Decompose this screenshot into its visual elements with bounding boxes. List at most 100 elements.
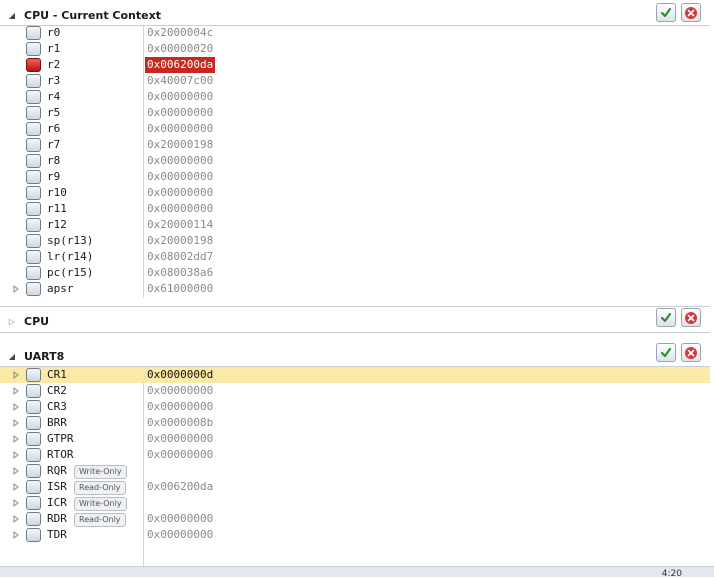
register-value[interactable]: 0x0000008b <box>147 415 213 431</box>
register-row[interactable]: RQR Write-Only <box>0 463 710 479</box>
register-value[interactable]: 0x080038a6 <box>147 265 213 281</box>
register-checkbox[interactable] <box>26 368 41 382</box>
register-checkbox[interactable] <box>26 282 41 296</box>
register-row[interactable]: r12 0x20000114 <box>0 217 710 233</box>
register-value[interactable]: 0x00000000 <box>147 169 213 185</box>
register-row[interactable]: r7 0x20000198 <box>0 137 710 153</box>
register-value[interactable]: 0x006200da <box>145 57 216 73</box>
triangle-collapsed-icon[interactable] <box>12 403 20 411</box>
register-value[interactable]: 0x2000004c <box>147 25 213 41</box>
register-row[interactable]: r2 0x006200da <box>0 57 710 73</box>
register-row[interactable]: ICR Write-Only <box>0 495 710 511</box>
register-row[interactable]: r9 0x00000000 <box>0 169 710 185</box>
register-checkbox[interactable] <box>26 90 41 104</box>
register-row[interactable]: r0 0x2000004c <box>0 25 710 41</box>
register-value[interactable]: 0x00000000 <box>147 399 213 415</box>
register-row[interactable]: r8 0x00000000 <box>0 153 710 169</box>
register-checkbox[interactable] <box>26 528 41 542</box>
register-checkbox[interactable] <box>26 58 41 72</box>
register-row[interactable]: RTOR 0x00000000 <box>0 447 710 463</box>
section-header-current-context[interactable]: ◢ CPU - Current Context <box>0 5 710 25</box>
register-row[interactable]: apsr 0x61000000 <box>0 281 710 297</box>
register-checkbox[interactable] <box>26 496 41 510</box>
register-checkbox[interactable] <box>26 154 41 168</box>
register-row[interactable]: lr(r14) 0x08002dd7 <box>0 249 710 265</box>
register-value[interactable]: 0x00000000 <box>147 383 213 399</box>
triangle-collapsed-icon[interactable] <box>12 531 20 539</box>
triangle-collapsed-icon[interactable] <box>12 483 20 491</box>
register-checkbox[interactable] <box>26 74 41 88</box>
register-row[interactable]: sp(r13) 0x20000198 <box>0 233 710 249</box>
register-checkbox[interactable] <box>26 250 41 264</box>
register-checkbox[interactable] <box>26 202 41 216</box>
register-checkbox[interactable] <box>26 234 41 248</box>
register-row[interactable]: r4 0x00000000 <box>0 89 710 105</box>
section-header-cpu[interactable]: ▷ CPU <box>0 311 710 331</box>
triangle-collapsed-icon[interactable]: ▷ <box>0 317 24 326</box>
register-value[interactable]: 0x20000114 <box>147 217 213 233</box>
close-button[interactable] <box>681 3 701 22</box>
pin-button[interactable] <box>656 308 676 327</box>
register-row[interactable]: pc(r15) 0x080038a6 <box>0 265 710 281</box>
register-checkbox[interactable] <box>26 432 41 446</box>
register-checkbox[interactable] <box>26 186 41 200</box>
register-row[interactable]: ISR Read-Only 0x006200da <box>0 479 710 495</box>
register-value[interactable]: 0x20000198 <box>147 137 213 153</box>
register-value[interactable]: 0x00000000 <box>147 153 213 169</box>
register-value[interactable]: 0x40007c00 <box>147 73 213 89</box>
pin-button[interactable] <box>656 3 676 22</box>
register-checkbox[interactable] <box>26 416 41 430</box>
register-checkbox[interactable] <box>26 42 41 56</box>
triangle-collapsed-icon[interactable] <box>12 451 20 459</box>
triangle-collapsed-icon[interactable] <box>12 515 20 523</box>
pin-button[interactable] <box>656 343 676 362</box>
triangle-collapsed-icon[interactable] <box>12 467 20 475</box>
triangle-expanded-icon[interactable]: ◢ <box>0 11 24 20</box>
register-value[interactable]: 0x00000000 <box>147 105 213 121</box>
register-row[interactable]: r1 0x00000020 <box>0 41 710 57</box>
close-button[interactable] <box>681 308 701 327</box>
register-row[interactable]: r10 0x00000000 <box>0 185 710 201</box>
register-row[interactable]: GTPR 0x00000000 <box>0 431 710 447</box>
register-value[interactable]: 0x61000000 <box>147 281 213 297</box>
register-row[interactable]: CR2 0x00000000 <box>0 383 710 399</box>
register-value[interactable]: 0x0000000d <box>147 367 213 383</box>
register-value[interactable]: 0x20000198 <box>147 233 213 249</box>
register-row[interactable]: r6 0x00000000 <box>0 121 710 137</box>
register-checkbox[interactable] <box>26 106 41 120</box>
register-checkbox[interactable] <box>26 480 41 494</box>
register-checkbox[interactable] <box>26 170 41 184</box>
register-row[interactable]: CR3 0x00000000 <box>0 399 710 415</box>
triangle-collapsed-icon[interactable] <box>12 419 20 427</box>
register-row[interactable]: r3 0x40007c00 <box>0 73 710 89</box>
register-row[interactable]: RDR Read-Only 0x00000000 <box>0 511 710 527</box>
register-value[interactable]: 0x00000020 <box>147 41 213 57</box>
register-checkbox[interactable] <box>26 138 41 152</box>
register-checkbox[interactable] <box>26 26 41 40</box>
register-value[interactable]: 0x00000000 <box>147 527 213 543</box>
register-row[interactable]: TDR 0x00000000 <box>0 527 710 543</box>
triangle-collapsed-icon[interactable] <box>12 499 20 507</box>
register-value[interactable]: 0x00000000 <box>147 511 213 527</box>
register-value[interactable]: 0x08002dd7 <box>147 249 213 265</box>
register-value[interactable]: 0x00000000 <box>147 431 213 447</box>
triangle-collapsed-icon[interactable] <box>12 435 20 443</box>
register-checkbox[interactable] <box>26 512 41 526</box>
register-checkbox[interactable] <box>26 122 41 136</box>
register-row[interactable]: r5 0x00000000 <box>0 105 710 121</box>
register-value[interactable]: 0x006200da <box>147 479 213 495</box>
register-checkbox[interactable] <box>26 400 41 414</box>
register-value[interactable]: 0x00000000 <box>147 185 213 201</box>
register-row[interactable]: CR1 0x0000000d <box>0 367 710 383</box>
register-value[interactable]: 0x00000000 <box>147 447 213 463</box>
register-checkbox[interactable] <box>26 266 41 280</box>
register-checkbox[interactable] <box>26 464 41 478</box>
register-checkbox[interactable] <box>26 384 41 398</box>
triangle-expanded-icon[interactable]: ◢ <box>0 352 24 361</box>
register-value[interactable]: 0x00000000 <box>147 201 213 217</box>
register-checkbox[interactable] <box>26 448 41 462</box>
triangle-collapsed-icon[interactable] <box>12 371 20 379</box>
register-row[interactable]: BRR 0x0000008b <box>0 415 710 431</box>
register-row[interactable]: r11 0x00000000 <box>0 201 710 217</box>
register-value[interactable]: 0x00000000 <box>147 121 213 137</box>
